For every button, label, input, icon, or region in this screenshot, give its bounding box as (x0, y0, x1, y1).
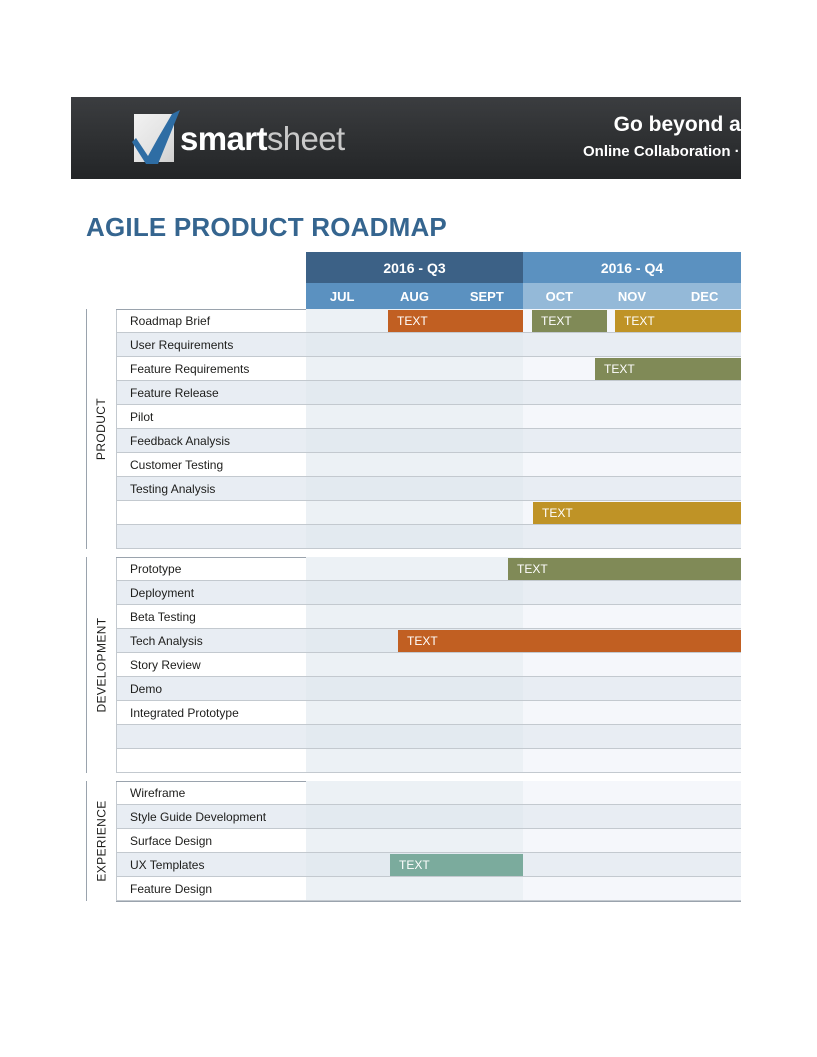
row-label: Feature Requirements (130, 362, 250, 376)
row-label: Integrated Prototype (130, 706, 239, 720)
row-label: Surface Design (130, 834, 213, 848)
row-label: User Requirements (130, 338, 234, 352)
row-label: Roadmap Brief (130, 314, 211, 328)
section-top-rule (116, 781, 306, 782)
row-label: Feature Release (130, 386, 219, 400)
row-divider (116, 749, 741, 773)
month-header-sept: SEPT (450, 283, 523, 309)
quarter-header-2: 2016 - Q4 (523, 252, 741, 283)
row-divider (116, 525, 741, 549)
roadmap-gantt-chart: 2016 - Q3 JUL AUG SEPT 2016 - Q4 OCT NOV DEC Roa… (86, 252, 741, 903)
page-title: AGILE PRODUCT ROADMAP (86, 212, 447, 242)
section-divider (86, 549, 741, 557)
logo-word-bold: smart (180, 119, 267, 157)
row-label: Beta Testing (130, 610, 196, 624)
month-header-jul: JUL (306, 283, 379, 309)
task-bar[interactable]: TEXT (390, 854, 523, 876)
section-label: PRODUCT (87, 309, 116, 549)
month-header-dec: DEC (668, 283, 741, 309)
section-rail-experience: EXPERIENCE (86, 781, 116, 901)
task-bar[interactable]: TEXT (388, 310, 523, 332)
task-bar[interactable]: TEXT (508, 558, 741, 580)
row-label: Feature Design (130, 882, 213, 896)
task-bar[interactable]: TEXT (398, 630, 741, 652)
banner-copy: Go beyond a basic document. Online Colla… (483, 111, 741, 163)
row-label: Tech Analysis (130, 634, 203, 648)
section-rail-product: PRODUCT (86, 309, 116, 549)
row-label: Customer Testing (130, 458, 224, 472)
task-bar[interactable]: TEXT (595, 358, 741, 380)
section-rail-development: DEVELOPMENT (86, 557, 116, 773)
banner-headline: Go beyond a basic document. (613, 113, 741, 136)
month-header-oct: OCT (523, 283, 596, 309)
logo-word-light: sheet (266, 119, 345, 157)
task-bar[interactable]: TEXT (615, 310, 741, 332)
section-label: DEVELOPMENT (87, 557, 116, 773)
month-header-aug: AUG (378, 283, 451, 309)
row-label: Style Guide Development (130, 810, 267, 824)
row-label: Demo (130, 682, 163, 696)
section-label-text: EXPERIENCE (94, 800, 109, 882)
row-label: Story Review (130, 658, 201, 672)
task-bar[interactable]: TEXT (533, 502, 741, 524)
section-top-rule (116, 309, 306, 310)
row-label: Pilot (130, 410, 154, 424)
row-label: Testing Analysis (130, 482, 216, 496)
section-label-text: PRODUCT (94, 397, 109, 461)
row-label: Prototype (130, 562, 182, 576)
banner-subline: Online Collaboration · Multiple Views · … (582, 143, 741, 160)
smartsheet-banner: smartsheet Go beyond a basic document. O… (71, 97, 741, 179)
smartsheet-logo: smartsheet (132, 110, 345, 164)
row-label: Feedback Analysis (130, 434, 231, 448)
row-label: Deployment (130, 586, 195, 600)
smartsheet-wordmark: smartsheet (180, 122, 345, 155)
quarter-header-1: 2016 - Q3 (306, 252, 523, 283)
row-divider (116, 725, 741, 749)
section-top-rule (116, 557, 306, 558)
row-label: UX Templates (130, 858, 205, 872)
month-header-nov: NOV (595, 283, 669, 309)
checkmark-icon (132, 110, 180, 164)
section-label: EXPERIENCE (87, 781, 116, 901)
task-bar[interactable]: TEXT (532, 310, 607, 332)
section-divider (86, 773, 741, 781)
chart-bottom-rule (116, 901, 741, 902)
section-label-text: DEVELOPMENT (94, 617, 109, 713)
row-label: Wireframe (130, 786, 186, 800)
